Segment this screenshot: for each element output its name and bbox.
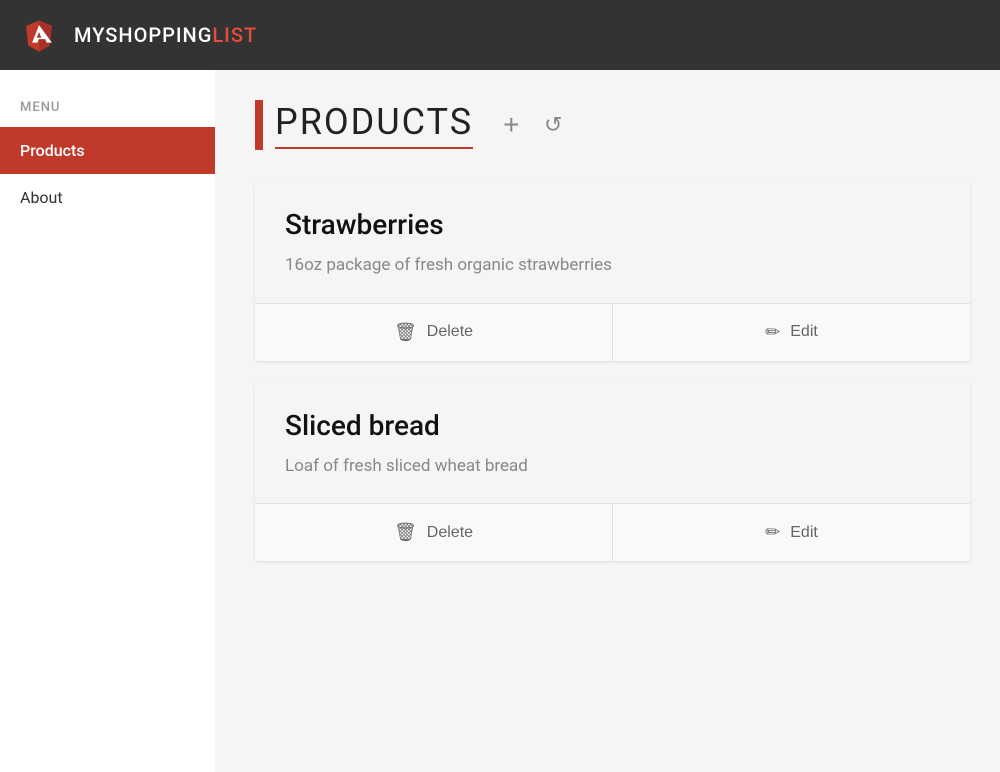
page-title: PRODUCTS	[275, 101, 473, 149]
app-header: MYSHOPPINGLIST	[0, 0, 1000, 70]
product-card-body: Sliced bread Loaf of fresh sliced wheat …	[255, 381, 970, 504]
edit-icon: ✏	[765, 522, 780, 543]
page-title-bar: PRODUCTS	[255, 100, 473, 150]
page-title-accent	[255, 100, 263, 150]
add-product-button[interactable]: +	[499, 105, 523, 145]
product-card-actions: 🗑 Delete ✏ Edit	[255, 303, 970, 361]
sidebar: MENU Products About	[0, 70, 215, 772]
delete-button[interactable]: 🗑 Delete	[255, 304, 612, 361]
main-content: PRODUCTS + ↻ Strawberries 16oz package o…	[215, 70, 1000, 772]
edit-icon: ✏	[765, 322, 780, 343]
app-title: MYSHOPPINGLIST	[74, 23, 257, 47]
product-card: Sliced bread Loaf of fresh sliced wheat …	[255, 381, 970, 562]
product-description: Loaf of fresh sliced wheat bread	[285, 454, 940, 480]
page-header: PRODUCTS + ↻	[255, 100, 970, 150]
sidebar-item-products[interactable]: Products	[0, 127, 215, 174]
trash-icon: 🗑	[394, 322, 417, 343]
header-actions: + ↻	[499, 105, 566, 145]
product-card-body: Strawberries 16oz package of fresh organ…	[255, 180, 970, 303]
product-card: Strawberries 16oz package of fresh organ…	[255, 180, 970, 361]
delete-label: Delete	[427, 323, 473, 341]
product-card-actions: 🗑 Delete ✏ Edit	[255, 503, 970, 561]
product-description: 16oz package of fresh organic strawberri…	[285, 253, 940, 279]
product-name: Sliced bread	[285, 409, 940, 442]
app-logo	[20, 16, 58, 54]
delete-label: Delete	[427, 524, 473, 542]
trash-icon: 🗑	[394, 522, 417, 543]
sidebar-menu-label: MENU	[0, 100, 215, 127]
product-list: Strawberries 16oz package of fresh organ…	[255, 180, 970, 561]
edit-label: Edit	[790, 524, 818, 542]
edit-button[interactable]: ✏ Edit	[612, 504, 970, 561]
edit-label: Edit	[790, 323, 818, 341]
delete-button[interactable]: 🗑 Delete	[255, 504, 612, 561]
edit-button[interactable]: ✏ Edit	[612, 304, 970, 361]
product-name: Strawberries	[285, 208, 940, 241]
sidebar-item-about[interactable]: About	[0, 174, 215, 221]
refresh-button[interactable]: ↻	[540, 108, 566, 142]
